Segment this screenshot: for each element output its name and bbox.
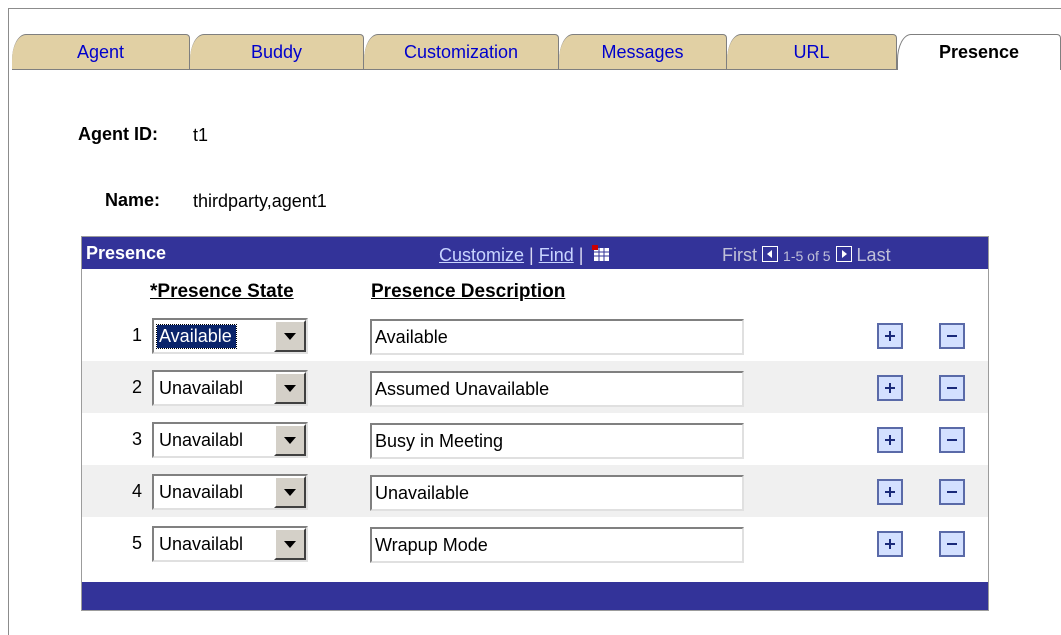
chevron-down-icon[interactable] [274,476,306,508]
last-label: Last [856,245,891,265]
presence-state-select[interactable]: Unavailabl [152,526,308,562]
add-row-button[interactable] [877,427,903,453]
presence-state-select[interactable]: Unavailabl [152,422,308,458]
grid-links: Customize | Find | [439,245,612,266]
chevron-down-icon[interactable] [274,320,306,352]
view-all-grid-icon[interactable] [592,245,612,263]
table-row: 3 Unavailabl [82,413,988,465]
presence-state-value: Available [156,324,237,349]
table-row: 2 Unavailabl [82,361,988,413]
row-number: 1 [131,325,142,345]
tab-buddy[interactable]: Buddy [190,34,364,70]
agent-id-value: t1 [193,125,209,145]
delete-row-button[interactable] [939,427,965,453]
tab-messages-label: Messages [601,41,684,62]
next-icon[interactable] [835,246,852,262]
delete-row-button[interactable] [939,375,965,401]
link-separator: | [573,245,584,265]
first-label: First [722,245,757,265]
tab-url[interactable]: URL [727,34,897,70]
name-value: thirdparty,agent1 [193,191,327,211]
presence-description-input[interactable] [370,423,744,459]
find-link[interactable]: Find [539,245,574,265]
chevron-down-icon[interactable] [274,424,306,456]
presence-state-value: Unavailabl [159,378,244,398]
presence-grid: Presence Customize | Find | First 1-5 of… [81,236,989,611]
presence-description-input[interactable] [370,319,744,355]
presence-state-value: Unavailabl [159,430,244,450]
tab-messages[interactable]: Messages [559,34,727,70]
column-header-presence-state[interactable]: *Presence State [150,281,294,303]
row-number: 2 [131,377,142,397]
presence-description-input[interactable] [370,475,744,511]
column-header-presence-description[interactable]: Presence Description [371,281,565,303]
name-label: Name: [105,190,161,210]
grid-navigation: First 1-5 of 5 Last [722,245,891,266]
grid-header: Presence Customize | Find | First 1-5 of… [82,237,988,269]
table-row: 4 Unavailabl [82,465,988,517]
delete-row-button[interactable] [939,531,965,557]
add-row-button[interactable] [877,479,903,505]
grid-footer [82,582,988,610]
row-range: 1-5 of 5 [783,248,831,264]
presence-state-select[interactable]: Available [152,318,308,354]
row-number: 3 [131,429,142,449]
tab-buddy-label: Buddy [250,41,303,62]
row-number: 4 [131,481,142,501]
chevron-down-icon[interactable] [274,372,306,404]
row-number: 5 [131,533,142,553]
delete-row-button[interactable] [939,479,965,505]
chevron-down-icon[interactable] [274,528,306,560]
presence-state-select[interactable]: Unavailabl [152,370,308,406]
tab-agent[interactable]: Agent [12,34,190,70]
presence-state-value: Unavailabl [159,534,244,554]
presence-state-value: Unavailabl [159,482,244,502]
delete-row-button[interactable] [939,323,965,349]
tab-url-label: URL [793,41,830,62]
table-row: 5 Unavailabl [82,517,988,569]
tab-customization[interactable]: Customization [364,34,559,70]
tab-presence[interactable]: Presence [897,34,1061,70]
presence-description-input[interactable] [370,527,744,563]
presence-description-input[interactable] [370,371,744,407]
tab-bar: Agent Buddy Customization Messages URL P… [12,34,1061,70]
presence-state-select[interactable]: Unavailabl [152,474,308,510]
tab-customization-label: Customization [403,41,519,62]
grid-title: Presence [86,243,167,263]
add-row-button[interactable] [877,375,903,401]
previous-icon[interactable] [762,246,779,262]
add-row-button[interactable] [877,323,903,349]
table-row: 1 Available [82,309,988,361]
customize-link[interactable]: Customize [439,245,524,265]
add-row-button[interactable] [877,531,903,557]
tab-presence-label: Presence [938,42,1020,62]
agent-id-label: Agent ID: [78,124,158,144]
link-separator: | [524,245,539,265]
tab-agent-label: Agent [76,41,125,62]
